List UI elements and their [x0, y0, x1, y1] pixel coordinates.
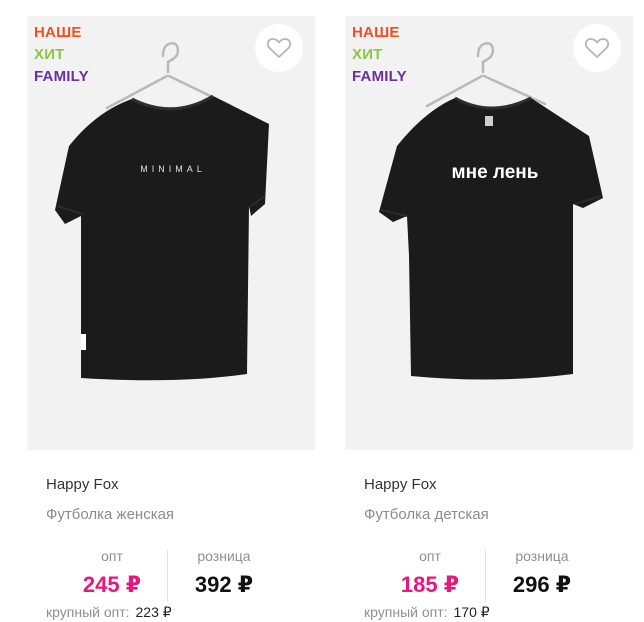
hanger-icon — [425, 42, 547, 108]
badges: НАШЕ ХИТ FAMILY — [34, 22, 89, 88]
product-title[interactable]: Футболка женская — [46, 506, 174, 523]
badge-family: FAMILY — [352, 68, 407, 85]
badge-nashe: НАШЕ — [34, 24, 82, 41]
bulk-label: крупный опт: — [364, 604, 448, 620]
product-card[interactable]: мне лень НАШЕ ХИТ FAMILY Happy Fox Футбо… — [345, 16, 633, 622]
opt-label: опт — [101, 548, 123, 564]
product-image-area[interactable]: мне лень НАШЕ ХИТ FAMILY — [345, 16, 633, 450]
heart-outline-icon — [584, 38, 610, 58]
retail-label: розница — [197, 548, 251, 564]
badge-nashe: НАШЕ — [352, 24, 400, 41]
heart-outline-icon — [266, 38, 292, 58]
favorite-button[interactable] — [255, 24, 303, 72]
product-image-area[interactable]: MINIMAL НАШЕ ХИТ FAMILY — [27, 16, 315, 450]
retail-price: 392 ₽ — [194, 572, 254, 597]
bulk-value: 223 ₽ — [135, 604, 172, 620]
t-shirt-shape — [379, 98, 603, 380]
badge-family: FAMILY — [34, 68, 89, 85]
opt-price-column: опт 245 ₽ — [57, 546, 167, 600]
product-title[interactable]: Футболка детская — [364, 506, 489, 523]
price-block: опт 185 ₽ розница 296 ₽ — [345, 546, 633, 606]
price-divider — [167, 550, 168, 602]
price-block: опт 245 ₽ розница 392 ₽ — [27, 546, 315, 606]
retail-price: 296 ₽ — [512, 572, 572, 597]
retail-price-column: розница 392 ₽ — [169, 546, 279, 600]
bulk-price: крупный опт: 223 ₽ — [46, 604, 172, 621]
opt-price: 185 ₽ — [400, 572, 460, 597]
retail-price-column: розница 296 ₽ — [487, 546, 597, 600]
product-brand[interactable]: Happy Fox — [46, 476, 119, 493]
print-text: мне лень — [451, 162, 539, 183]
badge-hit: ХИТ — [352, 46, 383, 63]
t-shirt-shape — [55, 96, 269, 381]
bulk-label: крупный опт: — [46, 604, 130, 620]
opt-label: опт — [419, 548, 441, 564]
retail-label: розница — [515, 548, 569, 564]
opt-price: 245 ₽ — [82, 572, 142, 597]
price-divider — [485, 550, 486, 602]
product-brand[interactable]: Happy Fox — [364, 476, 437, 493]
favorite-button[interactable] — [573, 24, 621, 72]
product-card[interactable]: MINIMAL НАШЕ ХИТ FAMILY Happy Fox Футбол… — [27, 16, 315, 622]
print-text: MINIMAL — [140, 164, 206, 174]
bulk-price: крупный опт: 170 ₽ — [364, 604, 490, 621]
opt-price-column: опт 185 ₽ — [375, 546, 485, 600]
bulk-value: 170 ₽ — [453, 604, 490, 620]
badges: НАШЕ ХИТ FAMILY — [352, 22, 407, 88]
badge-hit: ХИТ — [34, 46, 65, 63]
